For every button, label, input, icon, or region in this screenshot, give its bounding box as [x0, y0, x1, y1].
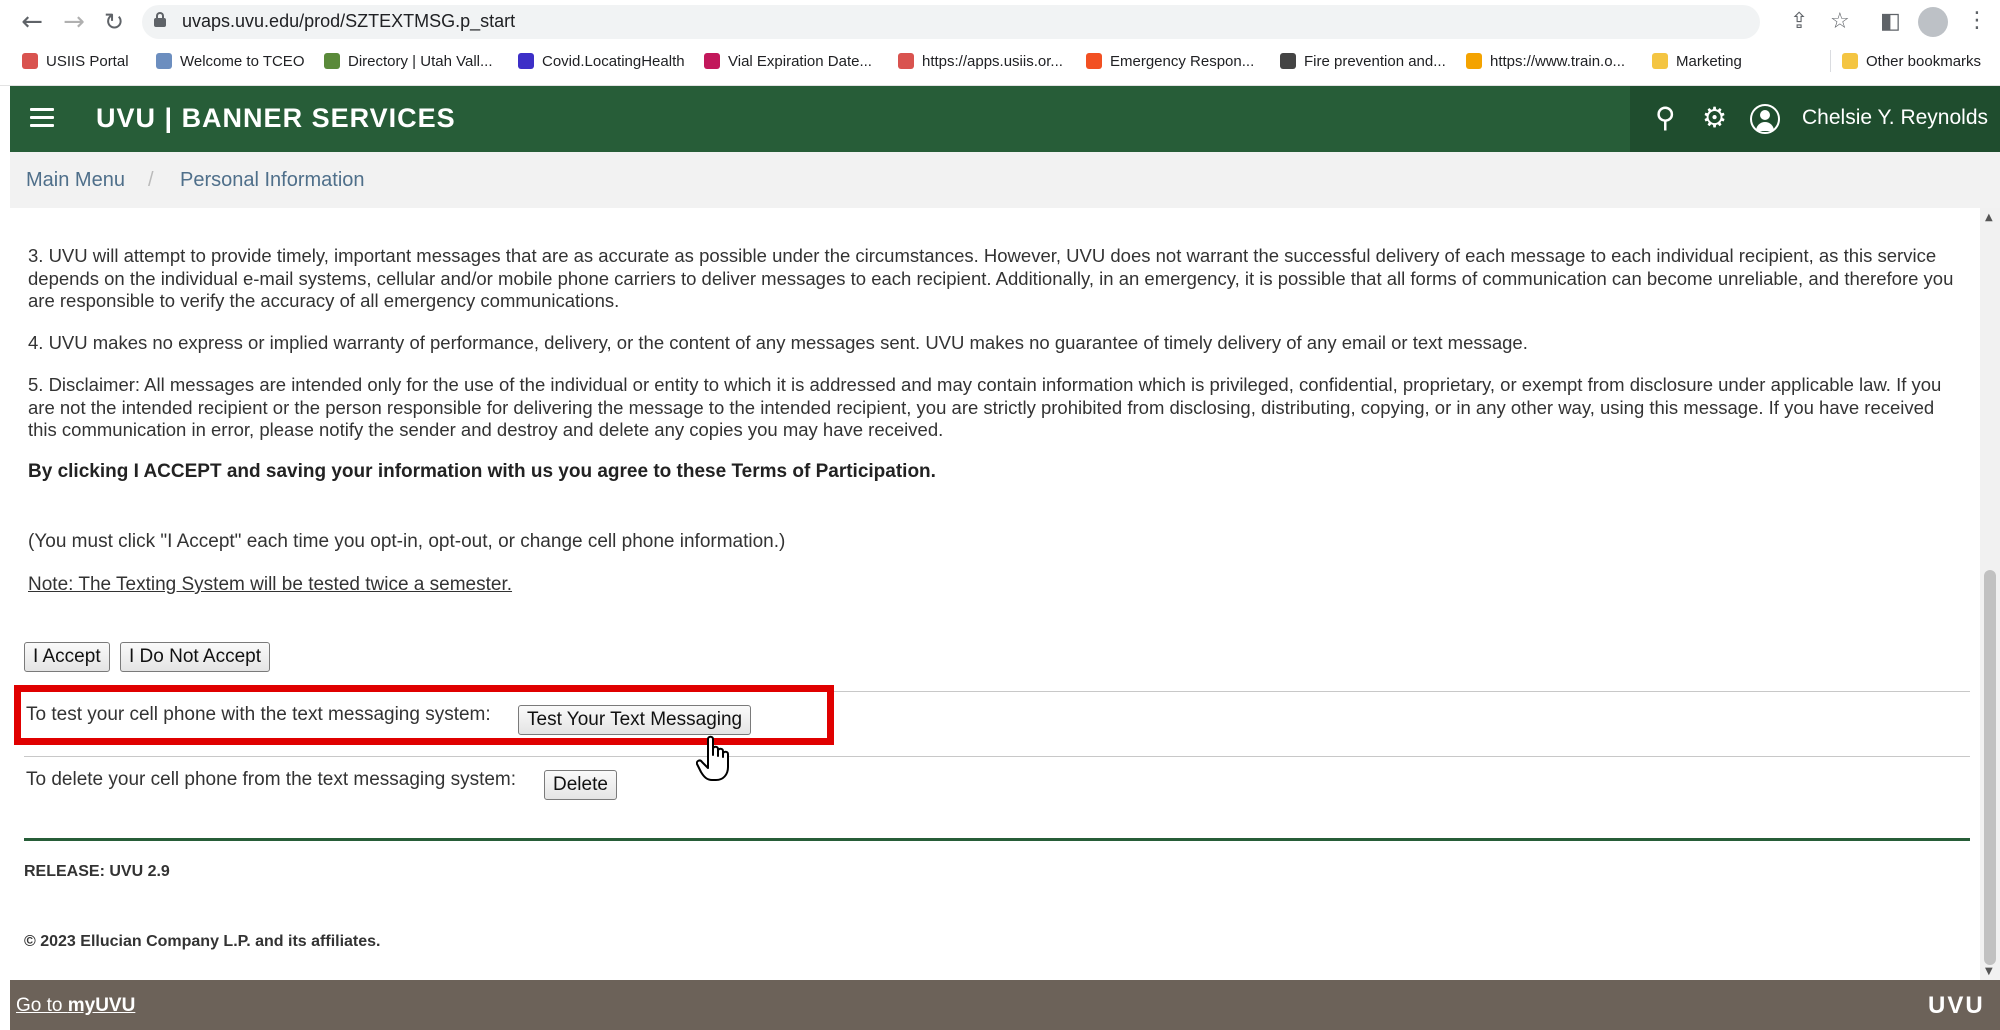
- breadcrumb-main-menu[interactable]: Main Menu: [26, 169, 125, 192]
- breadcrumb-separator: /: [148, 169, 154, 191]
- terms-paragraph-4: 4. UVU makes no express or implied warra…: [28, 332, 1528, 353]
- testing-note: Note: The Texting System will be tested …: [28, 574, 513, 595]
- bookmark-covid-locating[interactable]: Covid.LocatingHealth: [518, 49, 685, 73]
- bookmark-divider: [1830, 50, 1831, 72]
- agreement-statement: By clicking I ACCEPT and saving your inf…: [28, 461, 936, 482]
- bookmark-label: Covid.LocatingHealth: [542, 52, 685, 70]
- bookmark-label: Directory | Utah Vall...: [348, 52, 493, 70]
- search-icon[interactable]: ⚲: [1655, 102, 1676, 134]
- main-content: 3. UVU will attempt to provide timely, i…: [10, 208, 1980, 980]
- bookmark-label: Fire prevention and...: [1304, 52, 1446, 70]
- scrollbar-thumb[interactable]: [1984, 570, 1996, 965]
- user-name[interactable]: Chelsie Y. Reynolds: [1802, 106, 1988, 130]
- sidepanel-icon[interactable]: ◧: [1880, 8, 1901, 36]
- reload-icon[interactable]: ↻: [100, 8, 128, 36]
- vertical-scrollbar[interactable]: ▲ ▼: [1980, 208, 2000, 980]
- gear-icon[interactable]: ⚙: [1702, 102, 1727, 134]
- share-icon[interactable]: ⇪: [1790, 8, 1808, 36]
- bookmark-marketing[interactable]: Marketing: [1652, 49, 1742, 73]
- accept-instruction: (You must click "I Accept" each time you…: [28, 531, 786, 552]
- bookmark-label: Welcome to TCEO: [180, 52, 305, 70]
- bookmark-favicon-icon: [518, 53, 534, 69]
- profile-icon[interactable]: [1918, 7, 1948, 37]
- back-icon[interactable]: ←: [18, 8, 46, 36]
- decline-button[interactable]: I Do Not Accept: [120, 642, 271, 672]
- go-to-myuvu-link[interactable]: Go to myUVU: [16, 995, 135, 1017]
- bookmark-favicon-icon: [704, 53, 720, 69]
- terms-paragraph-5: 5. Disclaimer: All messages are intended…: [28, 374, 1942, 440]
- url-text[interactable]: uvaps.uvu.edu/prod/SZTEXTMSG.p_start: [182, 11, 515, 32]
- bookmark-label: USIIS Portal: [46, 52, 129, 70]
- app-header: UVU | BANNER SERVICES ⚲ ⚙ Chelsie Y. Rey…: [10, 86, 2000, 152]
- footer-link-prefix: Go to: [16, 995, 68, 1016]
- bookmark-usiis-portal[interactable]: USIIS Portal: [22, 49, 129, 73]
- app-title: UVU | BANNER SERVICES: [96, 103, 456, 133]
- breadcrumb-personal-information[interactable]: Personal Information: [180, 169, 365, 192]
- scroll-down-icon[interactable]: ▼: [1985, 966, 1993, 977]
- bookmark-label: Emergency Respon...: [1110, 52, 1255, 70]
- divider: [24, 756, 1970, 757]
- uvu-logo: UVU: [1928, 992, 1985, 1019]
- menu-icon[interactable]: ⋮: [1966, 8, 1988, 33]
- breadcrumb: Main Menu / Personal Information: [10, 152, 2000, 208]
- bookmarks-bar: USIIS Portal Welcome to TCEO Directory |…: [0, 46, 2000, 76]
- bookmark-welcome-tceo[interactable]: Welcome to TCEO: [156, 49, 304, 73]
- bookmark-directory[interactable]: Directory | Utah Vall...: [324, 49, 493, 73]
- copyright-text: © 2023 Ellucian Company L.P. and its aff…: [24, 933, 381, 950]
- bookmark-other[interactable]: Other bookmarks: [1842, 49, 1981, 73]
- bookmark-apps-usiis[interactable]: https://apps.usiis.or...: [898, 49, 1063, 73]
- forward-icon[interactable]: →: [60, 8, 88, 36]
- release-version: RELEASE: UVU 2.9: [24, 863, 170, 880]
- bookmark-favicon-icon: [1466, 53, 1482, 69]
- bookmark-label: Vial Expiration Date...: [728, 52, 872, 70]
- bookmark-favicon-icon: [1280, 53, 1296, 69]
- bookmark-label: https://www.train.o...: [1490, 52, 1626, 70]
- footer-divider: [24, 838, 1970, 841]
- accept-button[interactable]: I Accept: [24, 642, 110, 672]
- bookmark-vial-expiration[interactable]: Vial Expiration Date...: [704, 49, 872, 73]
- footer-link-bold: myUVU: [67, 995, 136, 1016]
- user-avatar-icon[interactable]: [1750, 104, 1780, 134]
- delete-button[interactable]: Delete: [544, 770, 617, 800]
- bookmark-label: https://apps.usiis.or...: [922, 52, 1063, 70]
- page-footer: Go to myUVU UVU: [10, 980, 2000, 1030]
- bookmark-favicon-icon: [898, 53, 914, 69]
- browser-chrome: ← → ↻ uvaps.uvu.edu/prod/SZTEXTMSG.p_sta…: [0, 0, 2000, 86]
- bookmark-favicon-icon: [324, 53, 340, 69]
- bookmark-favicon-icon: [156, 53, 172, 69]
- delete-phone-label: To delete your cell phone from the text …: [26, 769, 517, 790]
- folder-icon: [1842, 53, 1858, 69]
- hamburger-menu-icon[interactable]: [30, 108, 54, 128]
- bookmark-favicon-icon: [1086, 53, 1102, 69]
- scroll-up-icon[interactable]: ▲: [1985, 212, 1993, 223]
- bookmark-train[interactable]: https://www.train.o...: [1466, 49, 1625, 73]
- bookmark-label: Marketing: [1676, 52, 1742, 70]
- bookmark-fire-prevention[interactable]: Fire prevention and...: [1280, 49, 1446, 73]
- bookmark-favicon-icon: [22, 53, 38, 69]
- bookmark-emergency[interactable]: Emergency Respon...: [1086, 49, 1254, 73]
- terms-paragraph-3: 3. UVU will attempt to provide timely, i…: [28, 245, 1954, 311]
- folder-icon: [1652, 53, 1668, 69]
- lock-icon[interactable]: [154, 12, 166, 28]
- bookmark-label: Other bookmarks: [1866, 52, 1982, 70]
- address-row: ← → ↻ uvaps.uvu.edu/prod/SZTEXTMSG.p_sta…: [0, 0, 2000, 44]
- star-icon[interactable]: ☆: [1830, 8, 1850, 36]
- hand-cursor-icon: [696, 735, 729, 781]
